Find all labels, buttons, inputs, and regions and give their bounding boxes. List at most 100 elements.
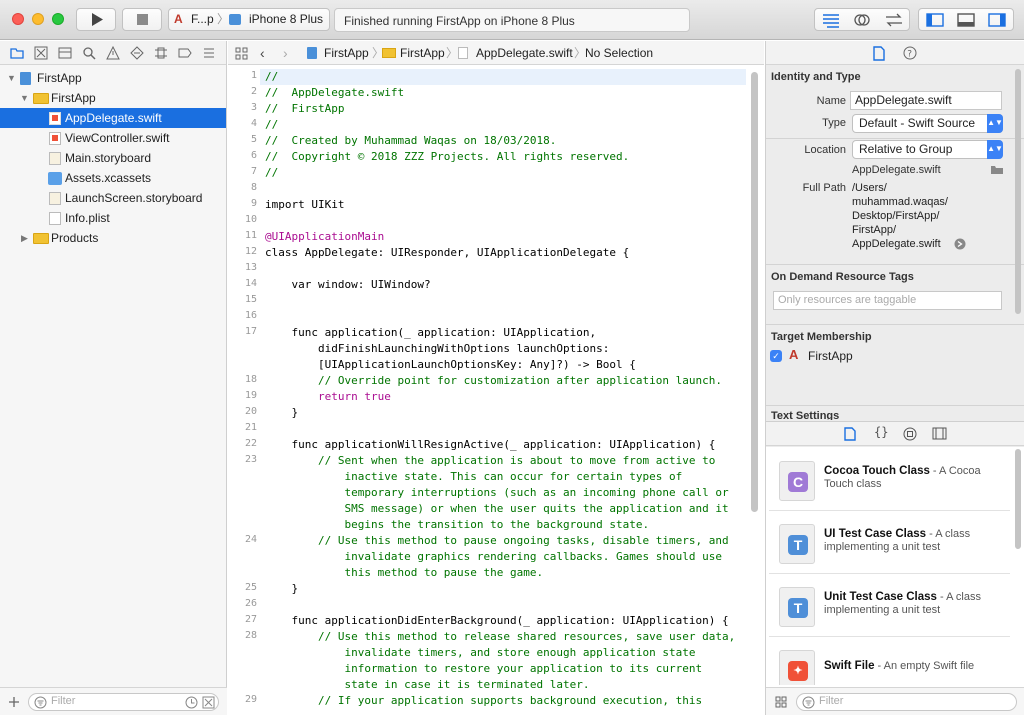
toggle-navigator-icon[interactable] [925,12,945,28]
minimize-window-button[interactable] [32,13,44,25]
code-line: [UIApplicationLaunchOptionsKey: Any]?) -… [265,358,636,371]
disclosure-open-icon[interactable]: ▼ [7,68,16,88]
inspector-scrollbar[interactable] [1015,69,1021,314]
editor-scrollbar[interactable] [751,72,758,512]
type-popup[interactable]: Default - Swift Source ▲▼ [852,114,1003,133]
tree-row-appdelegate[interactable]: AppDelegate.swift [0,108,226,128]
cocoa-touch-class-icon: C [779,461,815,501]
stop-button[interactable] [122,8,162,31]
location-popup[interactable]: Relative to Group ▲▼ [852,140,1003,159]
code-line: // FirstApp [265,102,345,115]
tree-row-viewcontroller[interactable]: ViewController.swift [0,128,226,148]
object-library-icon[interactable] [903,427,917,441]
code-line: func applicationWillResignActive(_ appli… [265,438,716,451]
debug-icon[interactable] [154,46,168,60]
report-icon[interactable] [202,46,216,60]
test-diamond-icon[interactable] [130,46,144,60]
fullpath-line: Desktop/FirstApp/ [852,210,940,222]
library-item-ui-test-case-class[interactable]: T UI Test Case Class - A class implement… [769,512,1010,574]
toggle-debug-area-icon[interactable] [956,12,976,28]
tree-row-group-firstapp[interactable]: ▼ FirstApp [0,88,226,108]
library-item-unit-test-case-class[interactable]: T Unit Test Case Class - A class impleme… [769,575,1010,637]
activity-status: Finished running FirstApp on iPhone 8 Pl… [334,8,690,32]
library-item-cocoa-touch-class[interactable]: C Cocoa Touch Class - A Cocoa Touch clas… [769,449,1010,511]
assistant-editor-icon[interactable] [852,12,872,28]
grid-view-icon[interactable] [775,696,787,708]
reveal-arrow-icon[interactable] [954,238,966,250]
close-window-button[interactable] [12,13,24,25]
project-icon [20,72,31,85]
forward-chevron-icon[interactable]: › [283,41,288,65]
line-number: 15 [244,294,257,305]
tree-label: Main.storyboard [65,151,152,165]
line-number: 21 [244,422,257,433]
odr-tags-input[interactable]: Only resources are taggable [773,291,1002,310]
line-number: 19 [244,390,257,401]
tree-row-launchscreen[interactable]: LaunchScreen.storyboard [0,188,226,208]
editor-mode-group [814,8,910,31]
swift-badge: ✦ [788,661,808,681]
line-number: 4 [250,118,257,129]
name-field[interactable]: AppDelegate.swift [850,91,1002,110]
tree-row-assets[interactable]: Assets.xcassets [0,168,226,188]
code-line: inactive state. This can occur for certa… [265,470,683,483]
folder-icon[interactable] [10,46,24,60]
disclosure-open-icon[interactable]: ▼ [20,88,29,108]
symbol-navigator-icon[interactable] [58,46,72,60]
media-library-icon[interactable] [932,427,947,440]
line-number: 16 [244,310,257,321]
scm-filter-icon[interactable] [202,696,215,709]
folder-reveal-icon[interactable] [990,165,1004,175]
tree-row-project[interactable]: ▼ FirstApp [0,68,226,88]
add-icon[interactable] [8,696,20,708]
line-number-gutter: 1 2 3 4 5 6 7 8 9 10 11 12 13 14 15 16 17 18 19 20 21 22 23 24 2… [228,69,260,715]
tree-label: FirstApp [51,91,96,105]
library-item-swift-file[interactable]: ✦ Swift File - An empty Swift file [769,638,1010,685]
crumb-file[interactable]: AppDelegate.swift [476,41,573,65]
name-label: Name [816,95,846,107]
source-control-icon[interactable] [34,46,48,60]
crumb-group[interactable]: FirstApp [400,41,445,65]
back-chevron-icon[interactable]: ‹ [260,41,265,65]
line-number: 11 [244,230,257,241]
target-checkbox[interactable]: ✓ [770,350,782,362]
text-settings-title: Text Settings [771,410,840,420]
breakpoint-icon[interactable] [178,46,192,60]
search-icon[interactable] [82,46,96,60]
code-line: information to restore your application … [265,662,703,675]
code-snippet-icon[interactable]: {} [874,425,888,439]
library-item-text: Swift File - An empty Swift file [824,660,1004,673]
toggle-inspector-icon[interactable] [987,12,1007,28]
standard-editor-icon[interactable] [821,12,841,28]
file-template-icon[interactable] [844,427,856,441]
library-scrollbar[interactable] [1015,449,1021,549]
file-inspector-icon[interactable] [873,46,885,61]
version-editor-icon[interactable] [883,12,905,28]
run-button[interactable] [76,8,116,31]
file-inspector: ? Identity and Type Name AppDelegate.swi… [765,41,1024,715]
line-number: 24 [244,534,257,545]
related-items-icon[interactable] [235,47,248,60]
zoom-window-button[interactable] [52,13,64,25]
tree-row-main-storyboard[interactable]: Main.storyboard [0,148,226,168]
crumb-project[interactable]: FirstApp [324,41,369,65]
navigator-filter-input[interactable]: Filter [28,693,219,711]
tree-row-products[interactable]: ▶ Products [0,228,226,248]
separator [766,324,1024,325]
navigator-filter-bar: Filter [0,687,227,715]
crumb-selection[interactable]: No Selection [585,41,653,65]
library-item-text: Unit Test Case Class - A class implement… [824,591,1004,617]
line-number: 27 [244,614,257,625]
code-line: // Created by Muhammad Waqas on 18/03/20… [265,134,557,147]
line-number: 6 [250,150,257,161]
swift-file-icon: ✦ [779,650,815,685]
scheme-selector[interactable]: A F...p 〉 iPhone 8 Plus [168,8,330,31]
disclosure-closed-icon[interactable]: ▶ [21,228,28,248]
recent-files-icon[interactable] [185,696,198,709]
tree-row-info-plist[interactable]: Info.plist [0,208,226,228]
library-filter-input[interactable]: Filter [796,693,1017,711]
line-number: 10 [244,214,257,225]
quick-help-icon[interactable]: ? [903,46,917,60]
line-number: 9 [250,198,257,209]
warning-icon[interactable] [106,46,120,60]
